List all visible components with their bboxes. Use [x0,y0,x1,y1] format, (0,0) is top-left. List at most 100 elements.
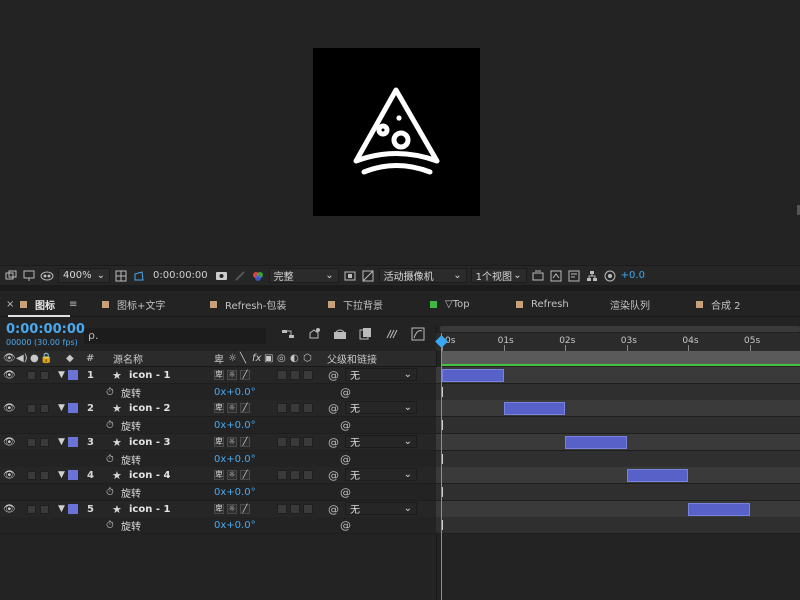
layer-duration-bar[interactable] [565,436,627,449]
layer-search-input[interactable]: ρ. [84,328,266,344]
adjustment-switch[interactable] [290,470,300,480]
expand-triangle-icon[interactable]: ▼ [58,504,65,514]
expand-triangle-icon[interactable]: ▼ [58,403,65,413]
quality-switch-icon[interactable]: ╱ [240,437,250,447]
parent-column[interactable]: 父级和链接 [327,351,377,366]
effect-column-icon[interactable]: fx [252,353,261,364]
label-column-icon[interactable]: ◆ [66,353,74,364]
layer-duration-bar[interactable] [688,503,750,516]
layer-name[interactable]: icon - 1 [129,370,170,381]
time-navigator[interactable] [440,326,800,332]
solo-toggle[interactable] [40,371,49,380]
layer-name[interactable]: icon - 3 [129,437,170,448]
camera-select[interactable]: 活动摄像机 ⌄ [378,268,467,283]
parent-select[interactable]: 无 ⌄ [345,435,417,449]
eye-column-icon[interactable]: 👁 [3,353,16,364]
layer-row[interactable]: 👁 ▼ 2 ★ icon - 2 卑 ☼ ╱ @ 无 ⌄ [0,400,436,417]
timeline-panel-icon[interactable] [567,269,581,283]
quality-switch-icon[interactable]: ╱ [240,470,250,480]
property-value[interactable]: 0x+0.0° [214,487,256,498]
eye-icon[interactable]: 👁 [3,370,16,381]
close-tab-icon[interactable]: × [6,291,14,317]
parent-select[interactable]: 无 ⌄ [345,401,417,415]
frame-blending-icon[interactable] [358,326,374,342]
stopwatch-icon[interactable]: ⏱ [106,387,114,398]
layer-duration-bar[interactable] [503,402,566,415]
layer-row[interactable]: 👁 ▼ 1 ★ icon - 1 卑 ☼ ╱ @ 无 ⌄ [0,367,436,384]
layer-label-color[interactable] [68,370,78,380]
parent-pickwhip-icon[interactable]: @ [328,469,339,482]
layer-track[interactable] [436,400,800,417]
property-row[interactable]: ⏱ 旋转 0x+0.0° @ [0,417,436,434]
current-time-indicator[interactable] [441,333,442,600]
zoom-select[interactable]: 400% ⌄ [58,268,110,283]
layer-label-color[interactable] [68,504,78,514]
property-value[interactable]: 0x+0.0° [214,454,256,465]
property-value[interactable]: 0x+0.0° [214,520,256,531]
lock-column-icon[interactable]: 🔒 [40,353,52,364]
quality-switch-icon[interactable]: ╱ [240,504,250,514]
tab-icons[interactable]: 图标 ≡ [20,291,77,317]
property-track[interactable] [436,417,800,434]
collapse-switch-icon[interactable]: ☼ [227,437,237,447]
audio-column-icon[interactable]: ◀) [16,353,28,364]
exposure-value[interactable]: +0.0 [621,270,645,281]
solo-toggle[interactable] [40,505,49,514]
3d-layer-switch[interactable] [303,403,313,413]
3d-layer-switch[interactable] [303,504,313,514]
eye-icon[interactable]: 👁 [3,403,16,414]
adjustment-switch[interactable] [290,504,300,514]
shy-column-icon[interactable]: 卑 [214,351,224,366]
3d-column-icon[interactable]: ⬡ [303,353,312,364]
composition-viewer[interactable] [0,0,800,265]
viewer-timecode[interactable]: 0:00:00:00 [150,270,211,281]
property-track[interactable] [436,484,800,501]
number-column[interactable]: # [86,353,94,364]
layer-row[interactable]: 👁 ▼ 4 ★ icon - 4 卑 ☼ ╱ @ 无 ⌄ [0,467,436,484]
3d-layer-switch[interactable] [303,437,313,447]
stopwatch-icon[interactable]: ⏱ [106,520,114,531]
expression-pickwhip-icon[interactable]: @ [340,419,351,432]
layer-name[interactable]: icon - 1 [129,504,170,515]
show-snapshot-icon[interactable] [233,269,247,283]
region-icon[interactable] [343,269,357,283]
shy-switch-icon[interactable]: 卑 [214,403,224,413]
grid-guides-icon[interactable] [114,269,128,283]
shy-switch-icon[interactable]: 卑 [214,504,224,514]
audio-toggle[interactable] [27,404,36,413]
composition-canvas[interactable] [313,48,480,216]
transparency-grid-icon[interactable] [361,269,375,283]
collapse-switch-icon[interactable]: ☼ [227,470,237,480]
shy-switch-icon[interactable]: 卑 [214,470,224,480]
motion-blur-switch[interactable] [277,403,287,413]
adjustment-switch[interactable] [290,370,300,380]
tab-icons-text[interactable]: 图标+文字 [102,291,165,317]
solo-toggle[interactable] [40,404,49,413]
adjustment-switch[interactable] [290,403,300,413]
layer-duration-bar[interactable] [626,469,689,482]
stopwatch-icon[interactable]: ⏱ [106,420,114,431]
expand-triangle-icon[interactable]: ▼ [58,437,65,447]
eye-icon[interactable]: 👁 [3,470,16,481]
motion-blur-switch[interactable] [277,470,287,480]
expand-triangle-icon[interactable]: ▼ [58,470,65,480]
3d-layer-switch[interactable] [303,370,313,380]
parent-select[interactable]: 无 ⌄ [345,368,417,382]
collapse-switch-icon[interactable]: ☼ [227,370,237,380]
property-row[interactable]: ⏱ 旋转 0x+0.0° @ [0,384,436,401]
property-value[interactable]: 0x+0.0° [214,420,256,431]
parent-pickwhip-icon[interactable]: @ [328,402,339,415]
layer-duration-bar[interactable] [442,369,504,382]
monitor-icon[interactable] [22,269,36,283]
expression-pickwhip-icon[interactable]: @ [340,486,351,499]
eye-icon[interactable]: 👁 [3,437,16,448]
property-row[interactable]: ⏱ 旋转 0x+0.0° @ [0,451,436,468]
solo-toggle[interactable] [40,438,49,447]
menu-icon[interactable]: ≡ [69,299,77,310]
layer-label-color[interactable] [68,437,78,447]
stopwatch-icon[interactable]: ⏱ [106,487,114,498]
parent-select[interactable]: 无 ⌄ [345,502,417,516]
parent-pickwhip-icon[interactable]: @ [328,436,339,449]
expression-pickwhip-icon[interactable]: @ [340,453,351,466]
tab-dropdown-bg[interactable]: 下拉背景 [328,291,383,317]
